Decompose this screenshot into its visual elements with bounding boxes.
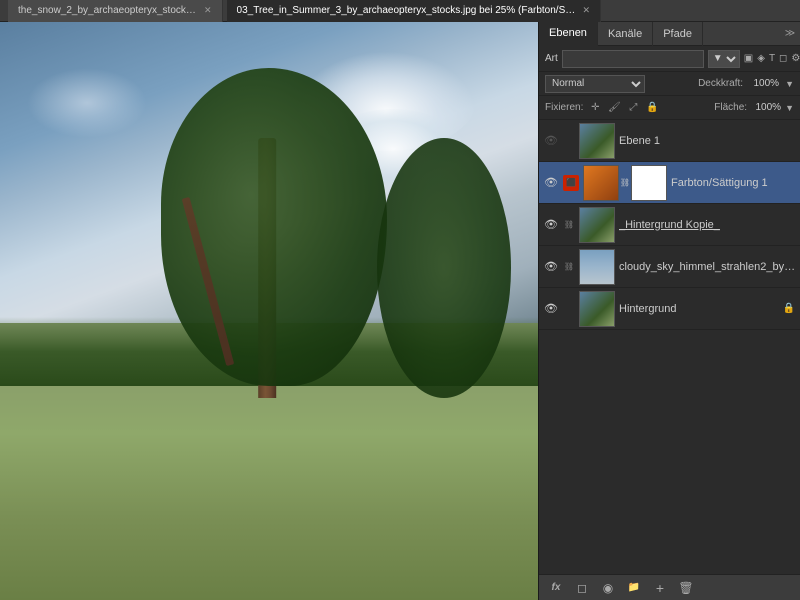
panel-footer: fx ◻ ◉ 📁 + 🗑 bbox=[539, 574, 800, 600]
footer-group-button[interactable]: 📁 bbox=[623, 578, 645, 598]
fix-lock-icon[interactable]: 🔒 bbox=[644, 100, 660, 116]
filter-label: Art bbox=[545, 53, 558, 64]
tab-tree-close[interactable]: ✕ bbox=[583, 5, 591, 16]
layer-cloudy-visibility[interactable]: 👁 bbox=[543, 259, 559, 275]
layer-item-hue[interactable]: 👁 ⬛ ⛓ bbox=[539, 162, 800, 204]
layer-hk-thumb bbox=[579, 207, 615, 243]
tab-pfade[interactable]: Pfade bbox=[653, 22, 703, 46]
footer-fx-button[interactable]: fx bbox=[545, 578, 567, 598]
tab-snow[interactable]: the_snow_2_by_archaeopteryx_stocks.jpg ✕ bbox=[8, 0, 223, 22]
layer-ebene1-visibility[interactable]: 👁 bbox=[543, 133, 559, 149]
fill-dropdown[interactable]: ▼ bbox=[785, 103, 794, 113]
tab-ebenen[interactable]: Ebenen bbox=[539, 22, 598, 46]
canvas-area[interactable] bbox=[0, 22, 538, 600]
tab-kanaele[interactable]: Kanäle bbox=[598, 22, 653, 46]
opacity-label: Deckkraft: bbox=[698, 78, 743, 89]
fix-position-icon[interactable]: ✛ bbox=[587, 100, 603, 116]
layer-cloudy-chain: ⛓ bbox=[563, 262, 575, 271]
layer-item-hintergrund-kopie[interactable]: 👁 ⛓ _Hintergrund Kopie_ bbox=[539, 204, 800, 246]
tab-snow-close[interactable]: ✕ bbox=[204, 5, 212, 16]
main-layout: Ebenen Kanäle Pfade ≫ Art ▼ ▣ ◈ T ◻ ⚙ bbox=[0, 22, 800, 600]
footer-mask-button[interactable]: ◻ bbox=[571, 578, 593, 598]
filter-icon3[interactable]: T bbox=[769, 50, 775, 68]
fill-label: Fläche: bbox=[714, 102, 747, 113]
tab-snow-label: the_snow_2_by_archaeopteryx_stocks.jpg bbox=[18, 5, 198, 16]
layer-hue-mask-thumb bbox=[631, 165, 667, 201]
layer-hk-visibility[interactable]: 👁 bbox=[543, 217, 559, 233]
filter-row: Art ▼ ▣ ◈ T ◻ ⚙ bbox=[539, 46, 800, 72]
tree2-canopy bbox=[377, 138, 512, 398]
layer-item-ebene1[interactable]: 👁 Ebene 1 bbox=[539, 120, 800, 162]
filter-input[interactable] bbox=[562, 50, 704, 68]
tab-tree-label: 03_Tree_in_Summer_3_by_archaeopteryx_sto… bbox=[237, 5, 577, 16]
layer-hintergrund-thumb bbox=[579, 291, 615, 327]
fix-label: Fixieren: bbox=[545, 102, 583, 113]
filter-icon2[interactable]: ◈ bbox=[757, 50, 765, 68]
tab-tree[interactable]: 03_Tree_in_Summer_3_by_archaeopteryx_sto… bbox=[227, 0, 602, 22]
layer-hk-name: _Hintergrund Kopie_ bbox=[619, 219, 796, 231]
panel-tabs: Ebenen Kanäle Pfade ≫ bbox=[539, 22, 800, 46]
canvas-image bbox=[0, 22, 538, 600]
layer-cloudy-thumb bbox=[579, 249, 615, 285]
footer-delete-button[interactable]: 🗑 bbox=[675, 578, 697, 598]
opacity-dropdown[interactable]: ▼ bbox=[785, 79, 794, 89]
layer-item-hintergrund[interactable]: 👁 Hintergrund 🔒 bbox=[539, 288, 800, 330]
layer-hue-visibility[interactable]: 👁 bbox=[543, 175, 559, 191]
filter-icon4[interactable]: ◻ bbox=[779, 50, 787, 68]
layer-hue-name: Farbton/Sättigung 1 bbox=[671, 177, 796, 189]
layer-hk-chain: ⛓ bbox=[563, 220, 575, 229]
fix-row: Fixieren: ✛ 🖌 ⤢ 🔒 Fläche: 100% ▼ bbox=[539, 96, 800, 120]
opacity-value: 100% bbox=[749, 78, 779, 89]
filter-icon5[interactable]: ⚙ bbox=[791, 50, 800, 68]
layer-ebene1-thumb bbox=[579, 123, 615, 159]
filter-icon1[interactable]: ▣ bbox=[744, 50, 753, 68]
layer-cloudy-name: cloudy_sky_himmel_strahlen2_by_... bbox=[619, 261, 796, 273]
layer-hue-thumbs: ⛓ bbox=[583, 165, 667, 201]
layer-item-cloudy[interactable]: 👁 ⛓ cloudy_sky_himmel_strahlen2_by_... bbox=[539, 246, 800, 288]
panel-collapse-button[interactable]: ≫ bbox=[780, 22, 800, 46]
layer-hintergrund-visibility[interactable]: 👁 bbox=[543, 301, 559, 317]
cloud-left bbox=[27, 68, 147, 138]
blend-mode-select[interactable]: Normal bbox=[545, 75, 645, 93]
fix-icons: ✛ 🖌 ⤢ 🔒 bbox=[587, 100, 660, 116]
fix-paint-icon[interactable]: 🖌 bbox=[606, 100, 622, 116]
title-bar: the_snow_2_by_archaeopteryx_stocks.jpg ✕… bbox=[0, 0, 800, 22]
layer-hue-adj-icon: ⬛ bbox=[563, 175, 579, 191]
fix-transform-icon[interactable]: ⤢ bbox=[625, 100, 641, 116]
layer-hintergrund-lock-icon: 🔒 bbox=[782, 303, 796, 314]
layer-hintergrund-name: Hintergrund bbox=[619, 303, 778, 315]
footer-adjustment-button[interactable]: ◉ bbox=[597, 578, 619, 598]
filter-dropdown[interactable]: ▼ bbox=[708, 50, 740, 68]
layer-hue-thumb bbox=[583, 165, 619, 201]
layer-hue-chain-icon: ⛓ bbox=[621, 165, 629, 201]
fill-value: 100% bbox=[751, 102, 781, 113]
layers-list[interactable]: 👁 Ebene 1 👁 ⬛ bbox=[539, 120, 800, 574]
layers-panel: Ebenen Kanäle Pfade ≫ Art ▼ ▣ ◈ T ◻ ⚙ bbox=[538, 22, 800, 600]
blend-mode-row: Normal Deckkraft: 100% ▼ bbox=[539, 72, 800, 96]
footer-new-layer-button[interactable]: + bbox=[649, 578, 671, 598]
layer-ebene1-name: Ebene 1 bbox=[619, 135, 796, 147]
